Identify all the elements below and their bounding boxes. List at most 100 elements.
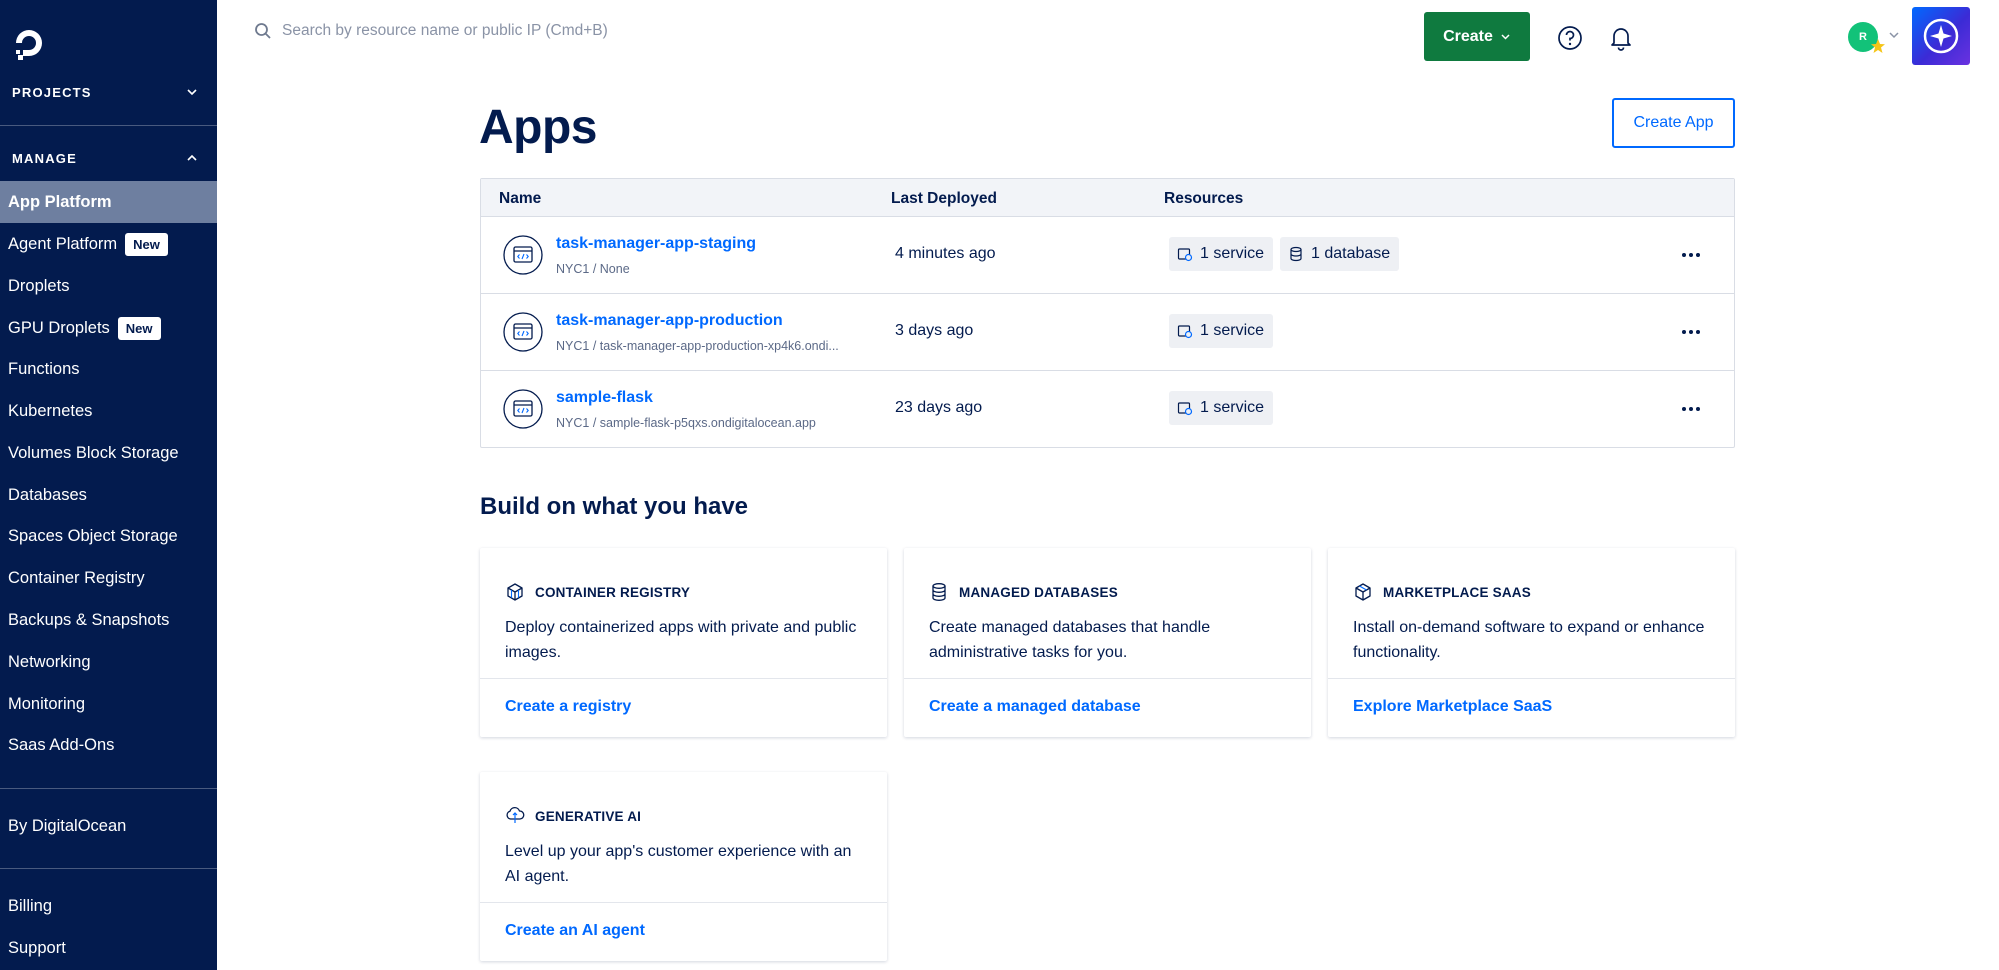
sidebar-item-app-platform[interactable]: App Platform (0, 181, 217, 223)
table-row[interactable]: task-manager-app-production NYC1 / task-… (481, 294, 1734, 371)
card-title: GENERATIVE AI (535, 808, 642, 824)
sidebar-item-label: Support (8, 938, 66, 957)
projects-section-toggle[interactable]: PROJECTS (0, 77, 217, 107)
sidebar-item-container-registry[interactable]: Container Registry (0, 557, 217, 599)
sidebar-item-billing[interactable]: Billing (0, 885, 217, 927)
search-input[interactable] (282, 22, 842, 40)
more-options-icon[interactable] (1679, 320, 1703, 344)
sidebar-item-volumes[interactable]: Volumes Block Storage (0, 432, 217, 474)
resource-label: 1 service (1200, 399, 1265, 416)
sidebar-divider (0, 788, 217, 789)
create-button-label: Create (1443, 27, 1493, 45)
sidebar-item-label: Agent Platform (8, 234, 118, 253)
card-managed-databases: MANAGED DATABASES Create managed databas… (904, 548, 1311, 737)
search-bar (254, 22, 842, 40)
resource-badge-service[interactable]: 1 service (1169, 237, 1274, 271)
card-title: CONTAINER REGISTRY (535, 584, 691, 600)
card-marketplace-saas: MARKETPLACE SAAS Install on-demand softw… (1328, 548, 1735, 737)
sidebar-divider (0, 868, 217, 869)
sidebar-item-label: Monitoring (8, 694, 86, 713)
manage-section-toggle[interactable]: MANAGE (0, 143, 217, 173)
create-ai-agent-link[interactable]: Create an AI agent (505, 922, 645, 940)
card-header: MANAGED DATABASES (929, 582, 1118, 602)
ai-cloud-icon (506, 807, 525, 823)
create-managed-database-link[interactable]: Create a managed database (929, 698, 1141, 716)
card-title: MANAGED DATABASES (959, 584, 1118, 600)
avatar-initial: R (1859, 31, 1867, 43)
sidebar-item-label: Saas Add-Ons (8, 735, 115, 754)
build-section-title: Build on what you have (480, 493, 749, 520)
create-dropdown-button[interactable]: Create (1424, 12, 1530, 61)
resource-label: 1 service (1200, 245, 1265, 262)
card-description: Deploy containerized apps with private a… (505, 619, 857, 661)
sidebar-item-functions[interactable]: Functions (0, 348, 217, 390)
card-header: CONTAINER REGISTRY (505, 582, 690, 602)
column-header-name: Name (499, 190, 542, 207)
app-icon (503, 312, 543, 352)
page-title: Apps (479, 101, 598, 154)
sidebar-item-label: Databases (8, 485, 87, 504)
app-name-link[interactable]: task-manager-app-production (556, 312, 783, 330)
service-icon (1177, 402, 1193, 416)
chevron-up-icon (187, 154, 197, 161)
table-row[interactable]: sample-flask NYC1 / sample-flask-p5qxs.o… (481, 371, 1734, 448)
sidebar-item-label: Container Registry (8, 568, 145, 587)
app-region-url: NYC1 / sample-flask-p5qxs.ondigitalocean… (556, 416, 816, 430)
database-icon (932, 583, 946, 601)
resource-label: 1 database (1311, 245, 1391, 262)
database-icon (1290, 246, 1302, 262)
sidebar-item-label: Volumes Block Storage (8, 443, 179, 462)
resource-badge-service[interactable]: 1 service (1169, 391, 1274, 425)
service-icon (1177, 248, 1193, 262)
sidebar-item-gpu-droplets[interactable]: GPU Droplets New (0, 307, 217, 349)
sidebar-item-label: Kubernetes (8, 401, 93, 420)
digitalocean-logo-icon[interactable] (12, 26, 46, 60)
sidebar-item-agent-platform[interactable]: Agent Platform New (0, 223, 217, 265)
sidebar-item-databases[interactable]: Databases (0, 474, 217, 516)
table-row[interactable]: task-manager-app-staging NYC1 / None 4 m… (481, 217, 1734, 294)
card-header: GENERATIVE AI (505, 806, 641, 826)
chevron-down-icon[interactable] (1888, 29, 1900, 41)
resource-badge-database[interactable]: 1 database (1280, 237, 1400, 271)
column-header-last-deployed: Last Deployed (891, 190, 997, 207)
sidebar-item-label: Spaces Object Storage (8, 526, 178, 545)
card-description: Install on-demand software to expand or … (1353, 619, 1705, 661)
sidebar-item-support[interactable]: Support (0, 927, 217, 969)
card-divider (904, 678, 1311, 679)
ai-assistant-button[interactable] (1912, 7, 1970, 65)
app-region-url: NYC1 / None (556, 262, 630, 276)
card-description: Level up your app's customer experience … (505, 843, 852, 885)
sidebar-item-monitoring[interactable]: Monitoring (0, 683, 217, 725)
app-name-link[interactable]: task-manager-app-staging (556, 235, 756, 253)
sidebar-item-label: Droplets (8, 276, 70, 295)
help-icon[interactable] (1556, 24, 1584, 52)
sidebar-item-kubernetes[interactable]: Kubernetes (0, 390, 217, 432)
card-divider (1328, 678, 1735, 679)
last-deployed: 23 days ago (895, 399, 983, 416)
explore-marketplace-link[interactable]: Explore Marketplace SaaS (1353, 698, 1552, 716)
sidebar-item-backups[interactable]: Backups & Snapshots (0, 599, 217, 641)
notifications-bell-icon[interactable] (1607, 24, 1635, 52)
create-app-button[interactable]: Create App (1612, 98, 1735, 148)
sidebar-item-droplets[interactable]: Droplets (0, 265, 217, 307)
card-title: MARKETPLACE SAAS (1383, 584, 1531, 600)
sidebar-item-by-digitalocean[interactable]: By DigitalOcean (0, 805, 217, 847)
resource-badge-service[interactable]: 1 service (1169, 314, 1274, 348)
card-generative-ai: GENERATIVE AI Level up your app's custom… (480, 772, 887, 961)
sidebar: PROJECTS MANAGE App Platform Agent Platf… (0, 0, 217, 970)
app-icon (503, 235, 543, 275)
app-name-link[interactable]: sample-flask (556, 389, 653, 407)
create-registry-link[interactable]: Create a registry (505, 698, 631, 716)
sidebar-item-label: GPU Droplets (8, 318, 110, 337)
manage-label: MANAGE (12, 150, 77, 166)
more-options-icon[interactable] (1679, 397, 1703, 421)
sidebar-item-label: Billing (8, 896, 53, 915)
sidebar-item-saas-addons[interactable]: Saas Add-Ons (0, 724, 217, 766)
sidebar-item-label: Networking (8, 652, 91, 671)
sidebar-item-label: Functions (8, 359, 80, 378)
sidebar-item-label: App Platform (8, 192, 112, 211)
sidebar-item-label: Backups & Snapshots (8, 610, 170, 629)
more-options-icon[interactable] (1679, 243, 1703, 267)
sidebar-item-spaces[interactable]: Spaces Object Storage (0, 515, 217, 557)
sidebar-item-networking[interactable]: Networking (0, 641, 217, 683)
